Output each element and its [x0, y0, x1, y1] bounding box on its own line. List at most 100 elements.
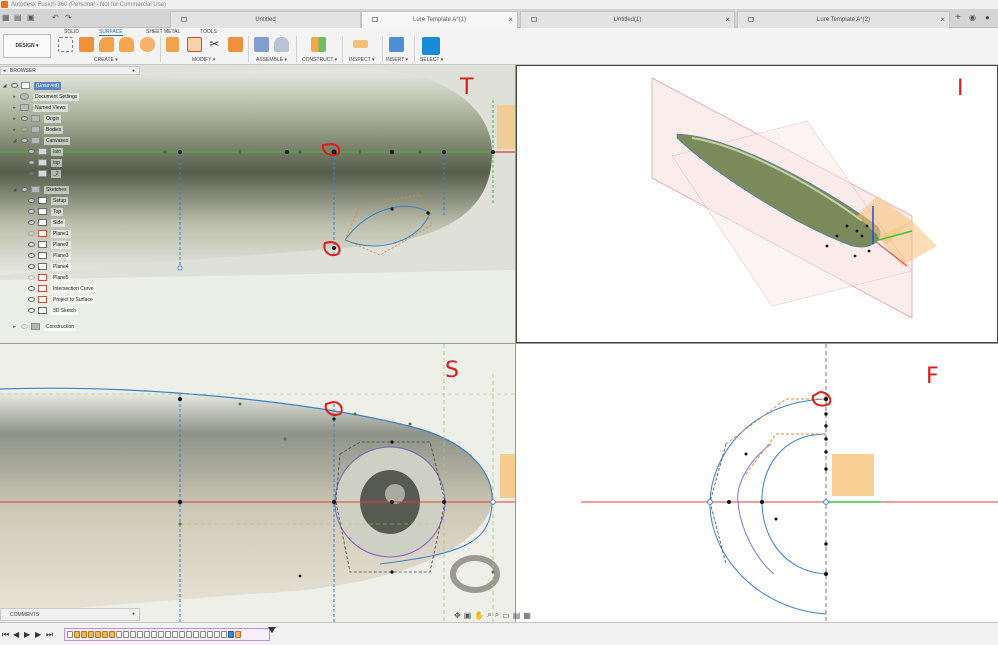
browser-header[interactable]: ◂ BROWSER ● [0, 66, 140, 75]
loft-icon[interactable] [140, 37, 155, 52]
timeline-feature-icon[interactable] [200, 631, 206, 638]
visibility-eye-icon[interactable] [28, 171, 35, 176]
sweep-icon[interactable] [119, 37, 134, 52]
step-forward-icon[interactable]: ▶ [35, 630, 41, 639]
browser-item-project-to-surface[interactable]: Project to Surface [24, 294, 95, 305]
undo-icon[interactable]: ↶ [52, 13, 59, 23]
account-icon[interactable]: ● [985, 12, 990, 24]
expand-toggle-icon[interactable]: ▸ [12, 127, 17, 133]
assemble-menu[interactable]: ASSEMBLE ▾ [256, 57, 287, 63]
offset-icon[interactable] [228, 37, 243, 52]
browser-item-bodies[interactable]: ▸ Bodies [12, 124, 64, 135]
redo-icon[interactable]: ↷ [65, 13, 72, 23]
expand-toggle-icon[interactable]: ◢ [2, 83, 7, 89]
browser-item-construction[interactable]: ▸ Construction [12, 321, 77, 332]
visibility-eye-icon[interactable] [28, 209, 35, 214]
visibility-eye-icon[interactable] [28, 149, 35, 154]
timeline-feature-icon[interactable] [186, 631, 192, 638]
timeline-feature-icon[interactable] [116, 631, 122, 638]
ribbon-tab-sheet-metal[interactable]: SHEET METAL [146, 29, 180, 35]
select-menu[interactable]: SELECT ▾ [420, 57, 443, 63]
visibility-eye-icon[interactable] [28, 264, 35, 269]
collapse-panel-icon[interactable]: ◂ [3, 68, 6, 74]
new-component-icon[interactable] [254, 37, 269, 52]
grid-settings-icon[interactable]: ▤ [513, 611, 521, 620]
timeline-feature-icon[interactable] [214, 631, 220, 638]
viewport-divider-horizontal[interactable] [0, 343, 998, 344]
timeline-feature-icon[interactable] [207, 631, 213, 638]
extrude-icon[interactable] [79, 37, 94, 52]
ribbon-tab-solid[interactable]: SOLID [64, 29, 79, 35]
timeline-marker-icon[interactable] [268, 627, 276, 633]
comments-panel[interactable]: COMMENTS ● [0, 608, 140, 621]
timeline-feature-icon[interactable] [74, 631, 80, 638]
timeline-feature-strip[interactable] [64, 628, 270, 641]
visibility-eye-icon[interactable] [28, 253, 35, 258]
patch-icon[interactable] [166, 37, 179, 52]
joint-icon[interactable] [274, 37, 289, 52]
file-icon[interactable]: ▤ [14, 13, 22, 23]
visibility-eye-icon[interactable] [21, 127, 28, 132]
offset-plane-icon[interactable] [311, 37, 326, 52]
timeline-feature-icon[interactable] [137, 631, 143, 638]
split-icon[interactable]: ✂ [207, 37, 222, 52]
grid-menu-icon[interactable]: ▦ [2, 13, 10, 23]
timeline-feature-icon[interactable] [81, 631, 87, 638]
expand-toggle-icon[interactable]: ◢ [12, 138, 17, 144]
browser-item-sketch-plane4[interactable]: Plane4 [24, 261, 71, 272]
insert-canvas-icon[interactable] [389, 37, 404, 52]
browser-item-canvas-top[interactable]: top [24, 157, 62, 168]
viewport-side[interactable]: S [0, 344, 515, 622]
pin-icon[interactable]: ● [132, 611, 135, 617]
create-sketch-icon[interactable] [58, 37, 73, 52]
timeline-feature-icon[interactable] [172, 631, 178, 638]
extensions-icon[interactable]: ◉ [969, 12, 976, 24]
browser-item-origin[interactable]: ▸ Origin [12, 113, 62, 124]
go-to-end-icon[interactable]: ⏭ [46, 630, 53, 640]
workspace-switcher[interactable]: DESIGN ▾ [3, 34, 51, 58]
timeline-feature-icon[interactable] [228, 631, 234, 638]
browser-item-sketch-side[interactable]: Side [24, 217, 66, 228]
modify-menu[interactable]: MODIFY ▾ [192, 57, 215, 63]
zoom-icon[interactable]: ⌕ [487, 610, 491, 620]
pin-icon[interactable]: ● [132, 68, 135, 74]
go-to-start-icon[interactable]: ⏮ [2, 630, 9, 640]
tab-lure-template-a-2[interactable]: Lure Template A*(2) × [737, 11, 950, 28]
timeline-feature-icon[interactable] [95, 631, 101, 638]
trim-icon[interactable] [187, 37, 202, 52]
timeline-feature-icon[interactable] [67, 631, 73, 638]
create-menu[interactable]: CREATE ▾ [94, 57, 118, 63]
visibility-eye-icon[interactable] [28, 231, 35, 236]
measure-icon[interactable] [353, 40, 368, 48]
timeline-feature-icon[interactable] [144, 631, 150, 638]
close-tab-icon[interactable]: × [725, 15, 730, 24]
timeline-feature-icon[interactable] [193, 631, 199, 638]
visibility-eye-icon[interactable] [28, 275, 35, 280]
browser-item-sketch-top[interactable]: Top [24, 206, 64, 217]
browser-item-intersection-curve[interactable]: Intersection Curve [24, 283, 96, 294]
timeline-feature-icon[interactable] [102, 631, 108, 638]
timeline-feature-icon[interactable] [130, 631, 136, 638]
browser-item-canvases[interactable]: ◢ Canvases [12, 135, 71, 146]
inspect-menu[interactable]: INSPECT ▾ [349, 57, 374, 63]
ribbon-tab-surface[interactable]: SURFACE [99, 29, 123, 36]
new-tab-icon[interactable]: + [955, 12, 961, 24]
visibility-eye-icon[interactable] [21, 116, 28, 121]
visibility-eye-icon[interactable] [21, 138, 28, 143]
expand-toggle-icon[interactable]: ▸ [12, 94, 17, 100]
construct-menu[interactable]: CONSTRUCT ▾ [302, 57, 337, 63]
timeline-feature-icon[interactable] [151, 631, 157, 638]
browser-item-document-settings[interactable]: ▸ Document Settings [12, 91, 80, 102]
expand-toggle-icon[interactable]: ▸ [12, 324, 17, 330]
browser-item-sketch-plane5[interactable]: Plane5 [24, 272, 71, 283]
browser-item-sketch-setup[interactable]: Setup [24, 195, 69, 206]
select-icon[interactable] [422, 37, 440, 55]
visibility-eye-icon[interactable] [28, 242, 35, 247]
viewport-isometric[interactable]: I [516, 65, 998, 343]
browser-item-canvas-2[interactable]: _2 [24, 168, 61, 179]
visibility-eye-icon[interactable] [11, 83, 18, 88]
timeline-feature-icon[interactable] [235, 631, 241, 638]
timeline-feature-icon[interactable] [123, 631, 129, 638]
expand-toggle-icon[interactable]: ◢ [12, 187, 17, 193]
timeline-feature-icon[interactable] [221, 631, 227, 638]
